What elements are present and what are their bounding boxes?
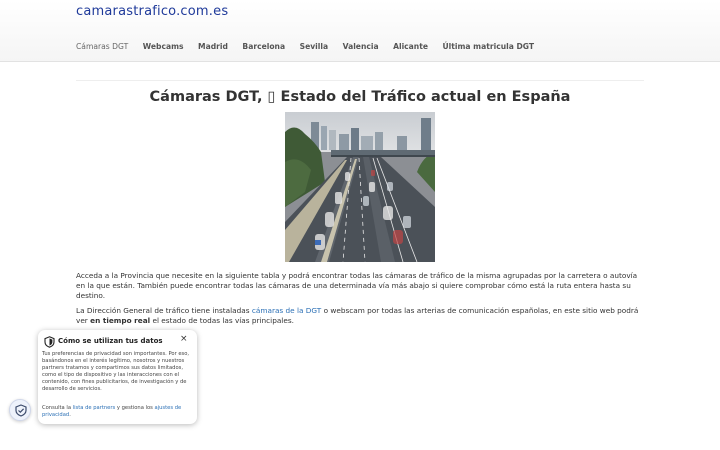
- nav-item-webcams[interactable]: Webcams: [143, 42, 184, 51]
- privacy-title: Cómo se utilizan tus datos: [58, 337, 163, 345]
- partners-list-link[interactable]: lista de partners: [73, 405, 116, 411]
- site-header: camarastrafico.com.es Cámaras DGT Webcam…: [0, 0, 720, 62]
- site-logo[interactable]: camarastrafico.com.es: [76, 4, 228, 19]
- link-camaras-dgt[interactable]: cámaras de la DGT: [252, 306, 321, 315]
- nav-item-ultima-matricula[interactable]: Última matricula DGT: [443, 42, 535, 51]
- privacy-body: Tus preferencias de privacidad son impor…: [42, 351, 190, 392]
- nav-item-sevilla[interactable]: Sevilla: [300, 42, 329, 51]
- shield-icon: [44, 336, 55, 348]
- privacy-footer: Consulta la lista de partners y gestiona…: [42, 405, 182, 418]
- nav-item-valencia[interactable]: Valencia: [343, 42, 379, 51]
- intro-paragraph-2: La Dirección General de tráfico tiene in…: [76, 306, 639, 325]
- shield-check-icon: [15, 404, 27, 417]
- privacy-settings-button[interactable]: [9, 399, 31, 421]
- nav-item-camaras-dgt[interactable]: Cámaras DGT: [76, 42, 128, 51]
- nav-item-barcelona[interactable]: Barcelona: [242, 42, 285, 51]
- intro-text: Acceda a la Provincia que necesite en la…: [76, 271, 644, 331]
- main-nav: Cámaras DGT Webcams Madrid Barcelona Sev…: [76, 42, 549, 51]
- highway-traffic-photo: [285, 112, 435, 262]
- intro-paragraph-1: Acceda a la Provincia que necesite en la…: [76, 271, 638, 300]
- page-title: Cámaras DGT, ▯ Estado del Tráfico actual…: [149, 89, 571, 105]
- close-icon[interactable]: ×: [180, 334, 188, 344]
- bold-tiempo-real: en tiempo real: [90, 316, 151, 325]
- privacy-consent-popup: Cómo se utilizan tus datos × Tus prefere…: [38, 330, 197, 424]
- nav-item-madrid[interactable]: Madrid: [198, 42, 228, 51]
- content-divider: [76, 80, 644, 81]
- nav-item-alicante[interactable]: Alicante: [393, 42, 428, 51]
